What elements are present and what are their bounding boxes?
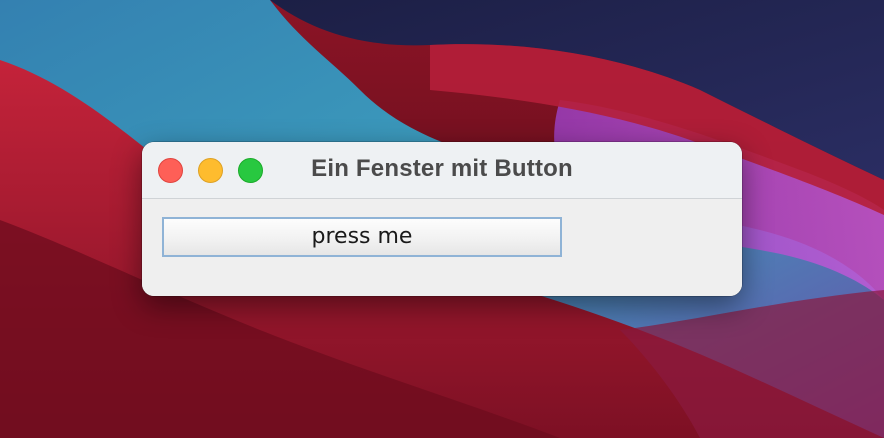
window-content: press me xyxy=(142,199,742,296)
press-me-button[interactable]: press me xyxy=(162,217,562,257)
app-window: Ein Fenster mit Button press me xyxy=(142,142,742,296)
title-bar[interactable]: Ein Fenster mit Button xyxy=(142,142,742,199)
window-title: Ein Fenster mit Button xyxy=(311,155,573,182)
